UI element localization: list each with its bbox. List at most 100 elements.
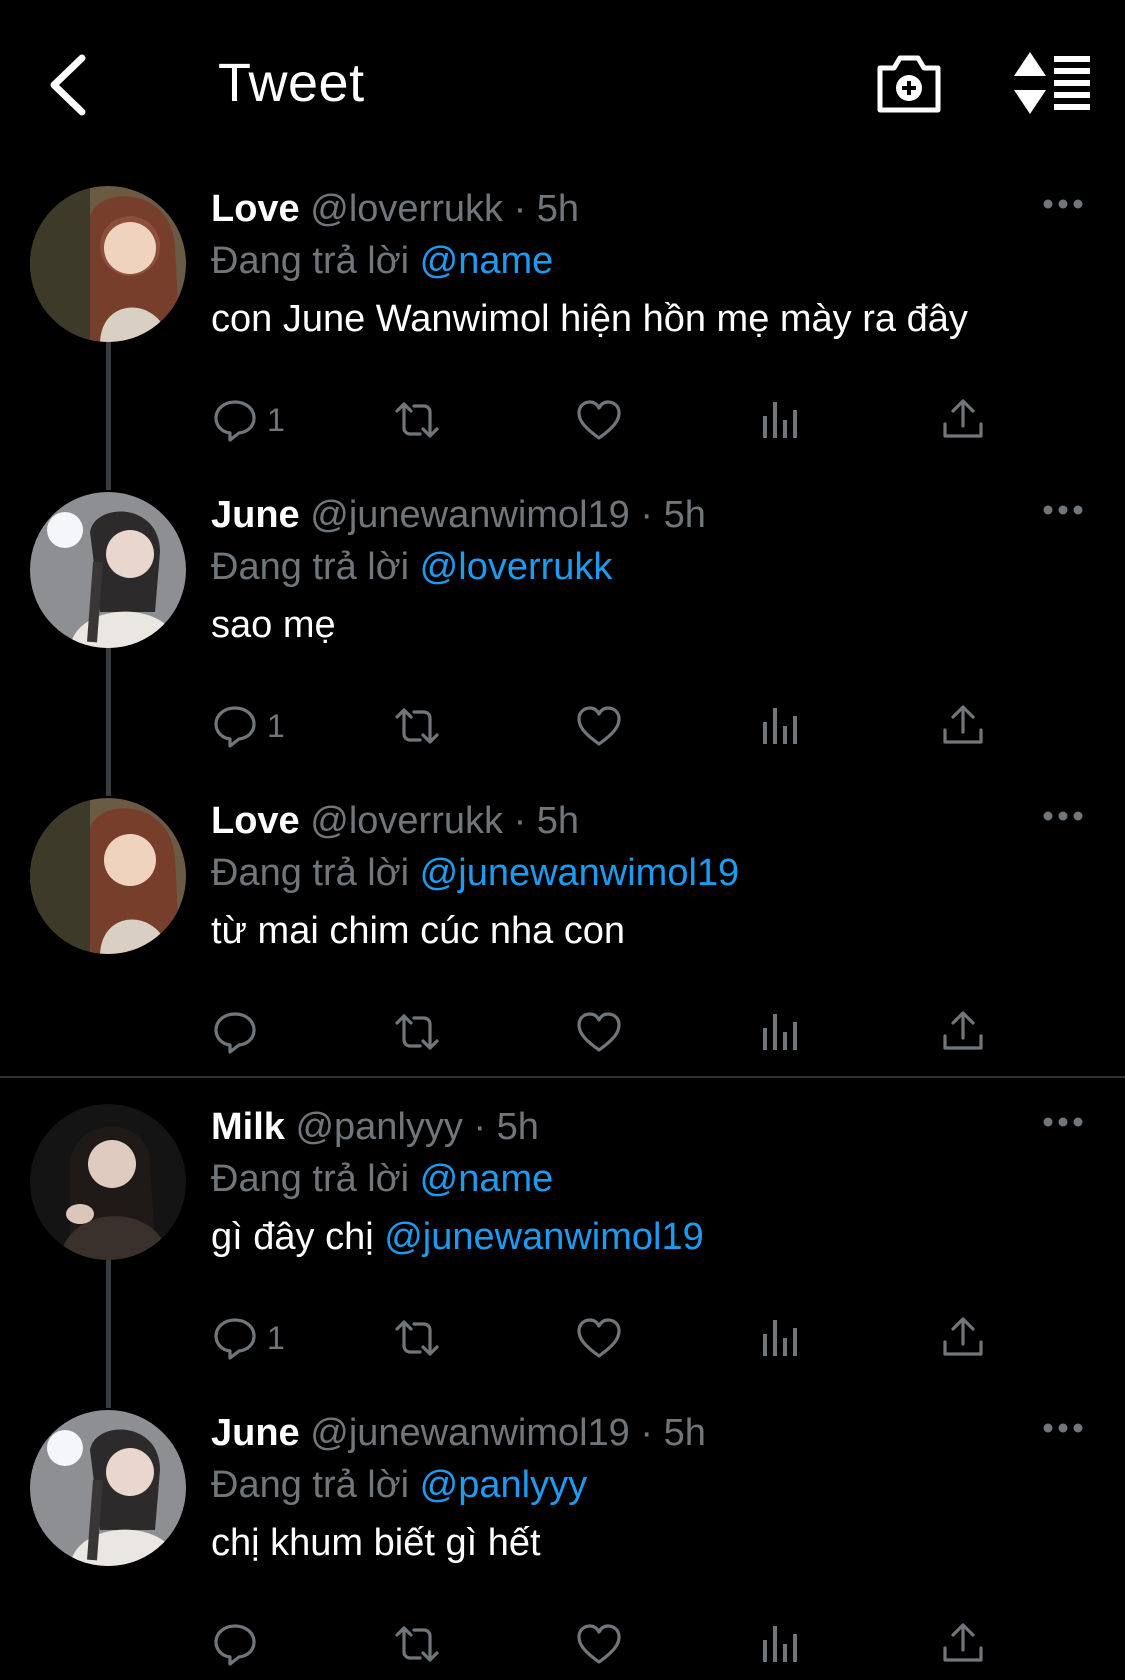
reply-button[interactable]: [211, 1616, 267, 1672]
tweet-text-body: sao mẹ: [211, 604, 336, 646]
reply-prefix: Đang trả lời: [211, 852, 410, 894]
share-icon: [939, 1620, 987, 1668]
reply-button[interactable]: 1: [211, 392, 285, 448]
reply-button[interactable]: [211, 1004, 267, 1060]
retweet-icon: [393, 1314, 441, 1362]
avatar[interactable]: [30, 798, 186, 954]
views-button[interactable]: [757, 698, 805, 754]
more-options-icon[interactable]: [1041, 194, 1085, 214]
share-icon: [939, 1314, 987, 1362]
user-handle[interactable]: @junewanwimol19: [310, 494, 630, 536]
text-mention-link[interactable]: @junewanwimol19: [384, 1216, 704, 1258]
more-options-icon[interactable]: [1041, 1112, 1085, 1132]
avatar[interactable]: [30, 186, 186, 342]
tweet-text: con June Wanwimol hiện hồn mẹ mày ra đây: [211, 296, 1095, 342]
more-options-icon[interactable]: [1041, 500, 1085, 520]
reply-prefix: Đang trả lời: [211, 1158, 410, 1200]
share-icon: [939, 1008, 987, 1056]
reply-prefix: Đang trả lời: [211, 546, 410, 588]
tweet-text: sao mẹ: [211, 602, 1095, 648]
tweet-text-body: chị khum biết gì hết: [211, 1522, 541, 1564]
more-options-icon[interactable]: [1041, 1418, 1085, 1438]
replying-to: Đang trả lời @loverrukk: [211, 544, 1095, 590]
replying-to: Đang trả lời @name: [211, 238, 1095, 284]
tweet-text: từ mai chim cúc nha con: [211, 908, 1095, 954]
heart-icon: [575, 396, 623, 444]
tweet-text-body: từ mai chim cúc nha con: [211, 910, 626, 952]
reply-mention-link[interactable]: @junewanwimol19: [420, 852, 740, 894]
like-button[interactable]: [575, 392, 623, 448]
retweet-icon: [393, 1620, 441, 1668]
tweet-text: chị khum biết gì hết: [211, 1520, 1095, 1566]
reply-mention-link[interactable]: @panlyyy: [420, 1464, 587, 1506]
bar-chart-icon: [757, 702, 805, 750]
more-options-icon[interactable]: [1041, 806, 1085, 826]
timestamp: 5h: [496, 1106, 539, 1148]
reply-icon: [211, 1620, 259, 1668]
retweet-button[interactable]: [393, 392, 441, 448]
views-button[interactable]: [757, 1310, 805, 1366]
timestamp: 5h: [536, 800, 580, 842]
user-handle[interactable]: @junewanwimol19: [310, 1412, 630, 1454]
heart-icon: [575, 1620, 623, 1668]
share-icon: [939, 396, 987, 444]
reply-button[interactable]: 1: [211, 1310, 285, 1366]
user-handle[interactable]: @panlyyy: [295, 1106, 462, 1148]
user-handle[interactable]: @loverrukk: [310, 800, 503, 842]
replying-to: Đang trả lời @name: [211, 1156, 1095, 1202]
tweet-actions: [211, 1004, 1011, 1060]
camera-plus-icon[interactable]: [874, 50, 944, 116]
display-name[interactable]: June: [211, 1412, 300, 1454]
timestamp: 5h: [663, 494, 706, 536]
views-button[interactable]: [757, 1004, 805, 1060]
views-button[interactable]: [757, 1616, 805, 1672]
page-title: Tweet: [218, 53, 365, 113]
views-button[interactable]: [757, 392, 805, 448]
reply-count: 1: [267, 1319, 285, 1356]
heart-icon: [575, 1314, 623, 1362]
separator-dot: ·: [640, 494, 653, 536]
thread-line: [106, 648, 111, 796]
user-handle[interactable]: @loverrukk: [310, 188, 503, 230]
reply-icon: [211, 396, 259, 444]
share-button[interactable]: [939, 1616, 987, 1672]
sort-icon[interactable]: [1014, 52, 1092, 114]
timestamp: 5h: [536, 188, 580, 230]
share-button[interactable]: [939, 392, 987, 448]
retweet-button[interactable]: [393, 1616, 441, 1672]
like-button[interactable]: [575, 1310, 623, 1366]
display-name[interactable]: Love: [211, 188, 300, 230]
retweet-button[interactable]: [393, 1004, 441, 1060]
retweet-icon: [393, 702, 441, 750]
tweet-actions: 1: [211, 392, 1011, 448]
bar-chart-icon: [757, 396, 805, 444]
replying-to: Đang trả lời @panlyyy: [211, 1462, 1095, 1508]
thread-line: [106, 1260, 111, 1408]
retweet-button[interactable]: [393, 698, 441, 754]
avatar[interactable]: [30, 1410, 186, 1566]
reply-mention-link[interactable]: @name: [420, 1158, 554, 1200]
reply-mention-link[interactable]: @loverrukk: [420, 546, 613, 588]
back-chevron-icon[interactable]: [40, 50, 100, 120]
tweet-text: gì đây chị @junewanwimol19: [211, 1214, 1095, 1260]
share-button[interactable]: [939, 1310, 987, 1366]
avatar[interactable]: [30, 1104, 186, 1260]
bar-chart-icon: [757, 1008, 805, 1056]
like-button[interactable]: [575, 698, 623, 754]
share-button[interactable]: [939, 698, 987, 754]
reply-button[interactable]: 1: [211, 698, 285, 754]
display-name[interactable]: Love: [211, 800, 300, 842]
like-button[interactable]: [575, 1004, 623, 1060]
display-name[interactable]: June: [211, 494, 300, 536]
display-name[interactable]: Milk: [211, 1106, 285, 1148]
thread-line: [106, 342, 111, 490]
share-icon: [939, 702, 987, 750]
tweet-actions: 1: [211, 1310, 1011, 1366]
share-button[interactable]: [939, 1004, 987, 1060]
reply-mention-link[interactable]: @name: [420, 240, 554, 282]
retweet-button[interactable]: [393, 1310, 441, 1366]
like-button[interactable]: [575, 1616, 623, 1672]
avatar[interactable]: [30, 492, 186, 648]
conversation-divider: [0, 1076, 1125, 1078]
reply-prefix: Đang trả lời: [211, 240, 410, 282]
